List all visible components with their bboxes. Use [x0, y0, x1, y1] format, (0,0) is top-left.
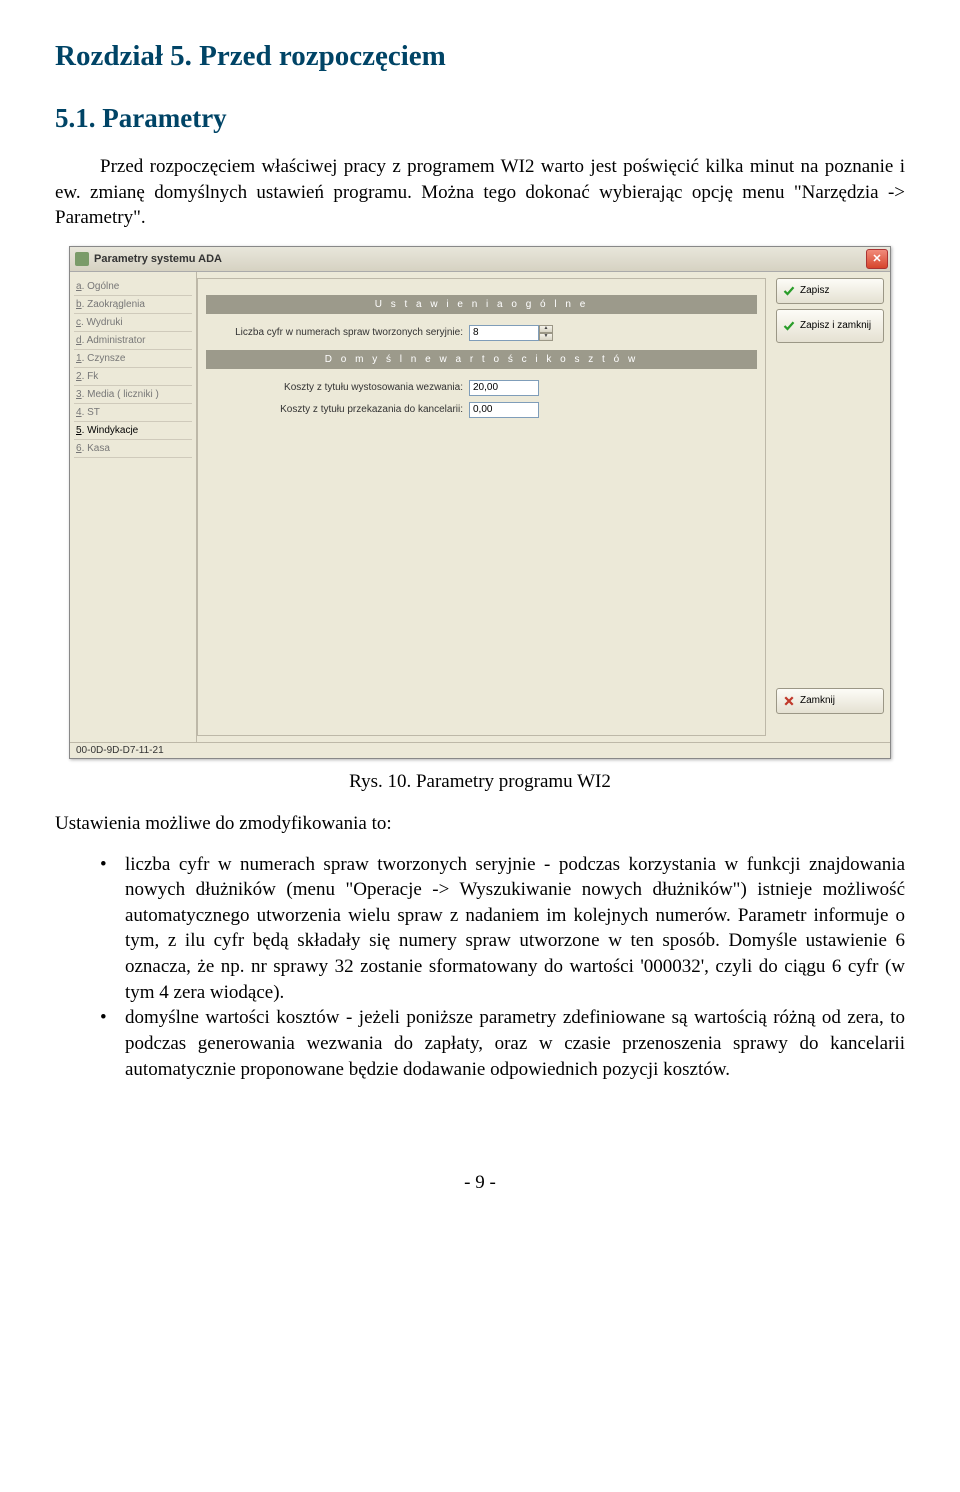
- spin-up-icon[interactable]: ▲: [539, 325, 553, 333]
- section-header-general: U s t a w i e n i a o g ó l n e: [206, 295, 757, 314]
- center-panel: U s t a w i e n i a o g ó l n e Liczba c…: [197, 278, 766, 736]
- window-title: Parametry systemu ADA: [94, 253, 866, 265]
- sidebar-item-wydruki[interactable]: c. Wydruki: [74, 314, 192, 332]
- titlebar: Parametry systemu ADA ✕: [70, 247, 890, 272]
- close-window-button-label: Zamknij: [800, 695, 835, 706]
- chapter-title: Rozdział 5. Przed rozpoczęciem: [55, 40, 905, 73]
- sidebar-item-fk[interactable]: 2. Fk: [74, 368, 192, 386]
- field-row-cost1: Koszty z tytułu wystosowania wezwania:: [198, 377, 765, 399]
- spin-down-icon[interactable]: ▼: [539, 333, 553, 341]
- field-label-digits: Liczba cyfr w numerach spraw tworzonych …: [198, 327, 469, 338]
- bullet-item-2: domyślne wartości kosztów - jeżeli poniż…: [125, 1005, 905, 1082]
- sidebar-item-administrator[interactable]: d. Administrator: [74, 332, 192, 350]
- settings-intro: Ustawienia możliwe do zmodyfikowania to:: [55, 811, 905, 837]
- check-icon: [783, 320, 795, 332]
- sidebar-item-windykacje[interactable]: 5. Windykacje: [74, 422, 192, 440]
- window-body: a. Ogólne b. Zaokrąglenia c. Wydruki d. …: [70, 272, 890, 742]
- save-close-button[interactable]: Zapisz i zamknij: [776, 309, 884, 343]
- digits-spinner[interactable]: ▲ ▼: [539, 325, 553, 341]
- bullet-item-1: liczba cyfr w numerach spraw tworzonych …: [125, 852, 905, 1006]
- field-label-cost2: Koszty z tytułu przekazania do kancelari…: [198, 404, 469, 415]
- check-icon: [783, 285, 795, 297]
- digits-input[interactable]: [469, 325, 539, 341]
- save-button-label: Zapisz: [800, 285, 829, 296]
- field-row-digits: Liczba cyfr w numerach spraw tworzonych …: [198, 322, 765, 344]
- right-panel: Zapisz Zapisz i zamknij Zamknij: [770, 272, 890, 742]
- sidebar-item-czynsze[interactable]: 1. Czynsze: [74, 350, 192, 368]
- sidebar-item-media[interactable]: 3. Media ( liczniki ): [74, 386, 192, 404]
- save-button[interactable]: Zapisz: [776, 278, 884, 304]
- figure-caption: Rys. 10. Parametry programu WI2: [55, 771, 905, 793]
- close-window-button[interactable]: Zamknij: [776, 688, 884, 714]
- close-button[interactable]: ✕: [866, 249, 888, 269]
- page-number: - 9 -: [55, 1172, 905, 1194]
- save-close-button-label: Zapisz i zamknij: [800, 321, 871, 331]
- cost2-input[interactable]: [469, 402, 539, 418]
- field-row-cost2: Koszty z tytułu przekazania do kancelari…: [198, 399, 765, 421]
- section-title: 5.1. Parametry: [55, 103, 905, 134]
- cost1-input[interactable]: [469, 380, 539, 396]
- sidebar-item-st[interactable]: 4. ST: [74, 404, 192, 422]
- sidebar-item-ogolne[interactable]: a. Ogólne: [74, 278, 192, 296]
- parameters-window: Parametry systemu ADA ✕ a. Ogólne b. Zao…: [69, 246, 891, 759]
- field-label-cost1: Koszty z tytułu wystosowania wezwania:: [198, 382, 469, 393]
- section-header-costs: D o m y ś l n e w a r t o ś c i k o s z …: [206, 350, 757, 369]
- sidebar: a. Ogólne b. Zaokrąglenia c. Wydruki d. …: [70, 272, 197, 742]
- app-icon: [75, 252, 89, 266]
- status-bar: 00-0D-9D-D7-11-21: [70, 742, 890, 758]
- close-icon: ✕: [872, 252, 881, 265]
- intro-paragraph: Przed rozpoczęciem właściwej pracy z pro…: [55, 154, 905, 231]
- x-icon: [783, 695, 795, 707]
- sidebar-item-zaokraglenia[interactable]: b. Zaokrąglenia: [74, 296, 192, 314]
- sidebar-item-kasa[interactable]: 6. Kasa: [74, 440, 192, 458]
